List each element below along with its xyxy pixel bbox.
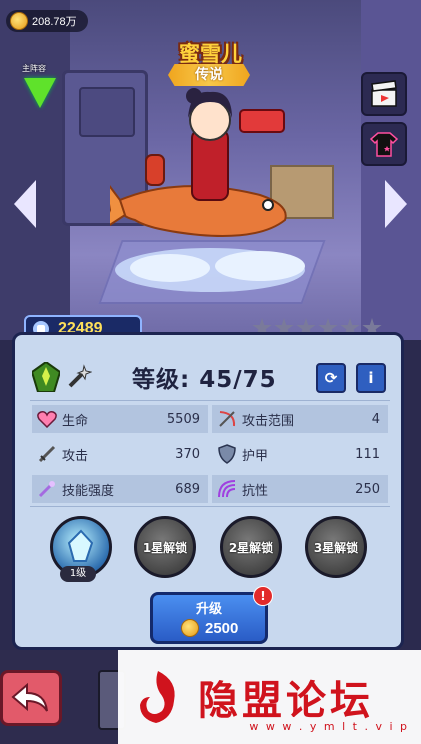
watermark-logo [140,671,175,723]
prev-hero-button[interactable] [14,180,38,228]
level-row: 等级: 45/75 ⟳ i [22,358,392,396]
stat-skill-power: 技能强度 689 [32,475,208,503]
skill-slot-3[interactable]: 2星解锁 [220,516,282,578]
skill-level-tag: 1级 [60,566,96,582]
shield-icon [216,443,238,465]
shirt-icon [369,132,399,157]
back-button[interactable] [0,670,62,726]
stat-armor: 护甲 111 [212,440,388,468]
info-button[interactable]: i [356,363,386,393]
heart-icon [36,408,58,430]
coin-icon [181,619,199,637]
bow-icon [216,408,238,430]
watermark-overlay: 隐盟论坛 w w w . y m l t . v i p [118,650,421,744]
skill-slot-2[interactable]: 1星解锁 [134,516,196,578]
refresh-icon: ⟳ [324,369,338,387]
watermark-title: 隐盟论坛 [198,678,374,724]
video-button[interactable] [361,72,407,116]
upgrade-cost: 2500 [205,619,239,637]
clapperboard-icon [371,80,397,107]
currency-amount: 208.78万 [32,16,77,28]
level-text: 等级: 45/75 [132,367,277,393]
hero-name: 蜜雪儿 [179,42,242,66]
stat-resist: 抗性 250 [212,475,388,503]
back-arrow-icon [11,683,48,712]
magic-wand-icon [36,478,58,500]
arrow-down-icon[interactable] [24,78,56,108]
skill-slot-4[interactable]: 3星解锁 [305,516,367,578]
currency-display: 208.78万 [6,10,88,32]
stat-range: 攻击范围 4 [212,405,388,433]
notification-badge: ! [253,586,273,606]
watermark-url: w w w . y m l t . v i p [249,720,409,733]
resist-wave-icon [216,478,238,500]
sword-icon [36,443,58,465]
stat-attack: 攻击 370 [32,440,208,468]
stat-hp: 生命 5509 [32,405,208,433]
wand-icon [68,364,92,388]
next-hero-button[interactable] [383,180,407,228]
hero-character-illustration [110,88,305,292]
refresh-button[interactable]: ⟳ [316,363,346,393]
coin-icon [10,12,28,30]
info-icon: i [368,369,374,387]
skin-button[interactable] [361,122,407,166]
crystal-skill-icon [64,529,98,566]
class-emblem-icon [32,362,60,392]
upgrade-button[interactable]: 升级 2500 [150,592,268,644]
upgrade-label: 升级 [195,602,222,617]
